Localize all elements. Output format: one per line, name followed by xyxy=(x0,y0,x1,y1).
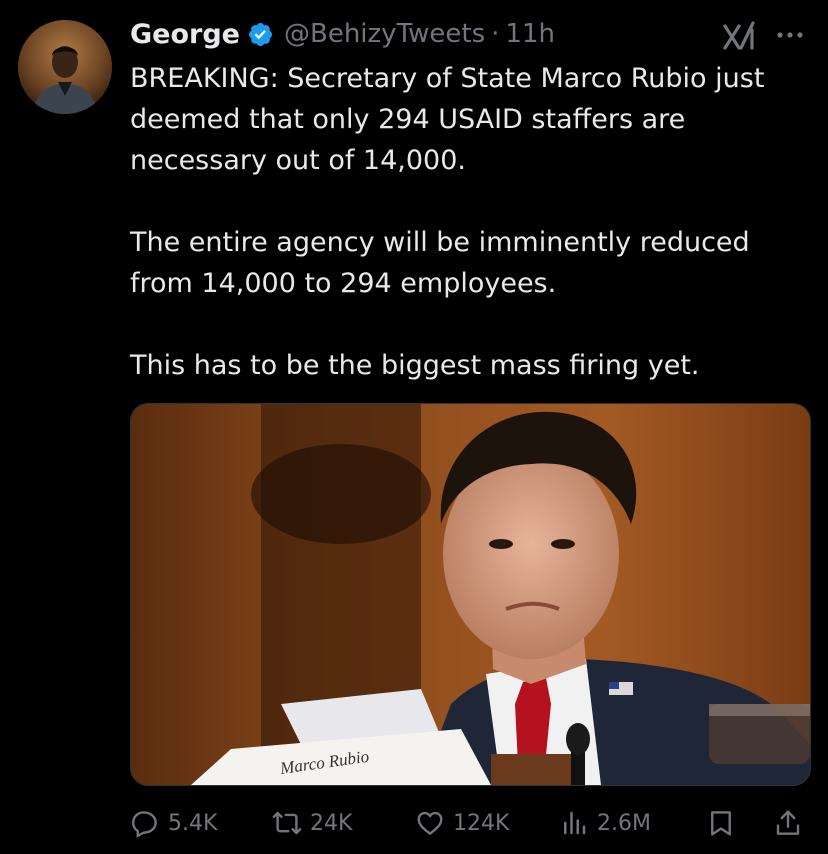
bookmark-icon xyxy=(711,811,731,836)
tweet-photo[interactable]: Marco Rubio xyxy=(130,403,811,786)
tweet-line: from 14,000 to 294 employees. xyxy=(130,268,557,299)
separator-dot: · xyxy=(491,19,500,49)
views-icon xyxy=(564,811,586,835)
tweet-text: BREAKING: Secretary of State Marco Rubio… xyxy=(130,58,820,386)
reply-icon xyxy=(132,811,157,838)
like-icon xyxy=(417,811,443,835)
repost-count: 24K xyxy=(310,810,353,836)
share-icon xyxy=(776,810,800,835)
author-handle[interactable]: @BehizyTweets xyxy=(284,19,485,49)
author-name[interactable]: George xyxy=(130,19,240,50)
tweet-line: The entire agency will be imminently red… xyxy=(130,227,750,258)
tweet-line: This has to be the biggest mass firing y… xyxy=(130,350,700,381)
share-button[interactable] xyxy=(773,800,803,846)
avatar[interactable] xyxy=(18,20,112,114)
repost-button[interactable]: 24K xyxy=(272,800,352,846)
reply-button[interactable]: 5.4K xyxy=(130,800,217,846)
tweet-line: deemed that only 294 USAID staffers are xyxy=(130,104,686,135)
avatar-image xyxy=(18,20,112,114)
like-count: 124K xyxy=(453,810,510,836)
tweet-header: George @BehizyTweets · 11h xyxy=(130,14,555,54)
tweet-line: BREAKING: Secretary of State Marco Rubio… xyxy=(130,63,765,94)
views-count: 2.6M xyxy=(597,810,651,836)
views-button[interactable]: 2.6M xyxy=(559,800,651,846)
like-button[interactable]: 124K xyxy=(415,800,509,846)
photo-image: Marco Rubio xyxy=(131,404,810,785)
repost-icon xyxy=(272,811,302,835)
tweet-time[interactable]: 11h xyxy=(505,19,555,49)
tweet-line: necessary out of 14,000. xyxy=(130,145,466,176)
action-bar: 5.4K 24K 124K 2.6M xyxy=(130,800,820,846)
more-options-icon[interactable] xyxy=(770,20,810,50)
grok-icon[interactable] xyxy=(722,20,760,52)
reply-count: 5.4K xyxy=(168,810,218,836)
bookmark-button[interactable] xyxy=(706,800,736,846)
verified-badge-icon xyxy=(248,22,273,46)
